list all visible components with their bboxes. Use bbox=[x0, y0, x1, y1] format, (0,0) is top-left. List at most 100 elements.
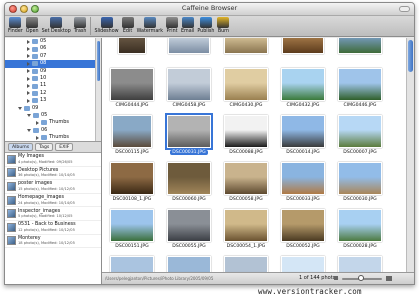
photo-thumbnail[interactable] bbox=[105, 38, 159, 54]
finder-button[interactable]: Finder bbox=[8, 17, 23, 35]
photo-thumbnail[interactable]: CIMG0430.JPG bbox=[219, 68, 273, 108]
photo-thumbnail[interactable]: DSC00151.JPG bbox=[105, 209, 159, 249]
disclosure-closed-icon[interactable] bbox=[27, 69, 30, 74]
disclosure-closed-icon[interactable] bbox=[27, 84, 30, 89]
title-bar[interactable]: Caffeine Browser bbox=[5, 3, 414, 16]
disclosure-open-icon[interactable] bbox=[18, 106, 22, 110]
photo-thumbnail[interactable]: DSC00030.JPG bbox=[333, 162, 387, 202]
tree-row[interactable]: 10 bbox=[5, 75, 101, 82]
trash-button[interactable]: Trash bbox=[74, 17, 86, 35]
photo-thumbnail[interactable]: DSC00014.JPG bbox=[276, 115, 330, 155]
album-item[interactable]: Desktop Pictures 36 photo(s), Modified: 1… bbox=[5, 167, 101, 181]
folder-icon bbox=[32, 76, 38, 82]
tree-row[interactable]: 12 bbox=[5, 90, 101, 97]
tree-scroll-thumb[interactable] bbox=[97, 41, 100, 81]
tree-row[interactable]: 07 bbox=[5, 53, 101, 60]
photo-thumbnail[interactable] bbox=[162, 256, 216, 272]
zoom-slider[interactable] bbox=[342, 275, 382, 281]
slideshow-label: Slideshow bbox=[94, 29, 119, 34]
photo-thumbnail[interactable] bbox=[333, 256, 387, 272]
disclosure-closed-icon[interactable] bbox=[27, 54, 30, 59]
tree-row[interactable]: 09 bbox=[5, 68, 101, 75]
disclosure-closed-icon[interactable] bbox=[27, 91, 30, 96]
photo-thumbnail[interactable]: DSC00007.JPG bbox=[333, 115, 387, 155]
disclosure-open-icon[interactable] bbox=[27, 114, 31, 118]
slideshow-icon bbox=[100, 17, 113, 28]
disclosure-closed-icon[interactable] bbox=[27, 98, 30, 103]
photo-thumbnail[interactable]: DSC00033.JPG bbox=[276, 162, 330, 202]
finder-label: Finder bbox=[8, 29, 23, 34]
tree-row[interactable]: 05 bbox=[5, 112, 101, 119]
disclosure-closed-icon[interactable] bbox=[36, 135, 39, 140]
album-item[interactable]: Homepage_images 24 photo(s), Modified: 10… bbox=[5, 194, 101, 208]
photo-thumbnail[interactable]: DSC00088.JPG bbox=[219, 115, 273, 155]
tree-row[interactable]: 11 bbox=[5, 82, 101, 89]
email-icon bbox=[181, 17, 194, 28]
grid-scrollbar[interactable] bbox=[406, 38, 414, 272]
watermark-button[interactable]: Watermark bbox=[137, 17, 163, 35]
album-item[interactable]: My Images 4 photo(s), Modified: 09/26/05 bbox=[5, 153, 101, 167]
photo-thumbnail[interactable]: CIMG0432.JPG bbox=[276, 68, 330, 108]
tree-row-label: 10 bbox=[40, 74, 47, 81]
photo-thumbnail[interactable] bbox=[219, 38, 273, 54]
photo-thumbnail[interactable] bbox=[219, 256, 273, 272]
slideshow-button[interactable]: Slideshow bbox=[94, 17, 119, 35]
photo-image bbox=[167, 209, 211, 242]
album-item[interactable]: 0531 - Back to Business 12 photo(s), Modi… bbox=[5, 221, 101, 235]
set-desktop-button[interactable]: Set Desktop bbox=[42, 17, 71, 35]
grid-scroll-thumb[interactable] bbox=[408, 40, 413, 72]
album-item[interactable]: Inspector_images 5 photo(s), Modified: 10… bbox=[5, 207, 101, 221]
burn-button[interactable]: Burn bbox=[217, 17, 230, 35]
tree-row-label: 09 bbox=[40, 67, 47, 74]
photo-thumbnail[interactable] bbox=[333, 38, 387, 54]
disclosure-closed-icon[interactable] bbox=[27, 61, 30, 66]
photo-thumbnail[interactable]: CIMG0446.JPG bbox=[333, 68, 387, 108]
photo-thumbnail[interactable] bbox=[162, 38, 216, 54]
photo-thumbnail[interactable]: DSC00115.JPG bbox=[105, 115, 159, 155]
tree-row[interactable]: 08 bbox=[5, 60, 101, 68]
publish-button[interactable]: Publish bbox=[197, 17, 214, 35]
small-thumbs-icon[interactable] bbox=[334, 276, 338, 280]
tree-row[interactable]: Projects bbox=[5, 141, 101, 142]
toolbar-toggle-button[interactable] bbox=[399, 6, 410, 12]
photo-thumbnail[interactable]: DSC00031.JPG bbox=[162, 113, 216, 155]
album-item[interactable]: Monterey 18 photo(s), Modified: 10/12/05 bbox=[5, 235, 101, 249]
print-button[interactable]: Print bbox=[166, 17, 179, 35]
photo-thumbnail[interactable] bbox=[105, 256, 159, 272]
tab-tags[interactable]: Tags bbox=[35, 143, 54, 151]
tree-row[interactable]: 13 bbox=[5, 97, 101, 104]
disclosure-closed-icon[interactable] bbox=[27, 47, 30, 52]
photo-image bbox=[224, 162, 268, 195]
disclosure-open-icon[interactable] bbox=[27, 128, 31, 132]
zoom-slider-knob[interactable] bbox=[358, 275, 364, 281]
tree-row[interactable]: 06 bbox=[5, 45, 101, 52]
edit-button[interactable]: Edit bbox=[121, 17, 134, 35]
tree-row[interactable]: 09 bbox=[5, 105, 101, 112]
disclosure-closed-icon[interactable] bbox=[27, 76, 30, 81]
tree-row[interactable]: 05 bbox=[5, 38, 101, 45]
tree-row[interactable]: Thumbs bbox=[5, 119, 101, 126]
photo-thumbnail[interactable]: DSC00054_1.JPG bbox=[219, 209, 273, 249]
large-thumbs-icon[interactable] bbox=[386, 276, 392, 281]
email-button[interactable]: Email bbox=[181, 17, 194, 35]
photo-thumbnail[interactable]: DSC00052.JPG bbox=[276, 209, 330, 249]
album-item[interactable]: poster images 15 photo(s), Modified: 10/1… bbox=[5, 180, 101, 194]
disclosure-closed-icon[interactable] bbox=[27, 39, 30, 44]
tab-exif[interactable]: EXIF bbox=[55, 143, 74, 151]
tab-albums[interactable]: Albums bbox=[8, 143, 34, 151]
photo-thumbnail[interactable] bbox=[276, 256, 330, 272]
disclosure-closed-icon[interactable] bbox=[36, 120, 39, 125]
photo-thumbnail[interactable]: CIMG0458.JPG bbox=[162, 68, 216, 108]
photo-thumbnail[interactable]: DSC00060.JPG bbox=[162, 162, 216, 202]
tree-row[interactable]: Thumbs bbox=[5, 134, 101, 141]
photo-thumbnail[interactable]: CIMG0444.JPG bbox=[105, 68, 159, 108]
tree-scrollbar[interactable] bbox=[95, 38, 101, 141]
photo-thumbnail[interactable]: DSC00028.JPG bbox=[333, 209, 387, 249]
tree-row[interactable]: 06 bbox=[5, 127, 101, 134]
photo-filename: CIMG0432.JPG bbox=[286, 103, 320, 108]
photo-thumbnail[interactable]: DSC00108_1.JPG bbox=[105, 162, 159, 202]
photo-thumbnail[interactable]: DSC00058.JPG bbox=[219, 162, 273, 202]
photo-thumbnail[interactable] bbox=[276, 38, 330, 54]
open-button[interactable]: Open bbox=[26, 17, 39, 35]
photo-thumbnail[interactable]: DSC00055.JPG bbox=[162, 209, 216, 249]
